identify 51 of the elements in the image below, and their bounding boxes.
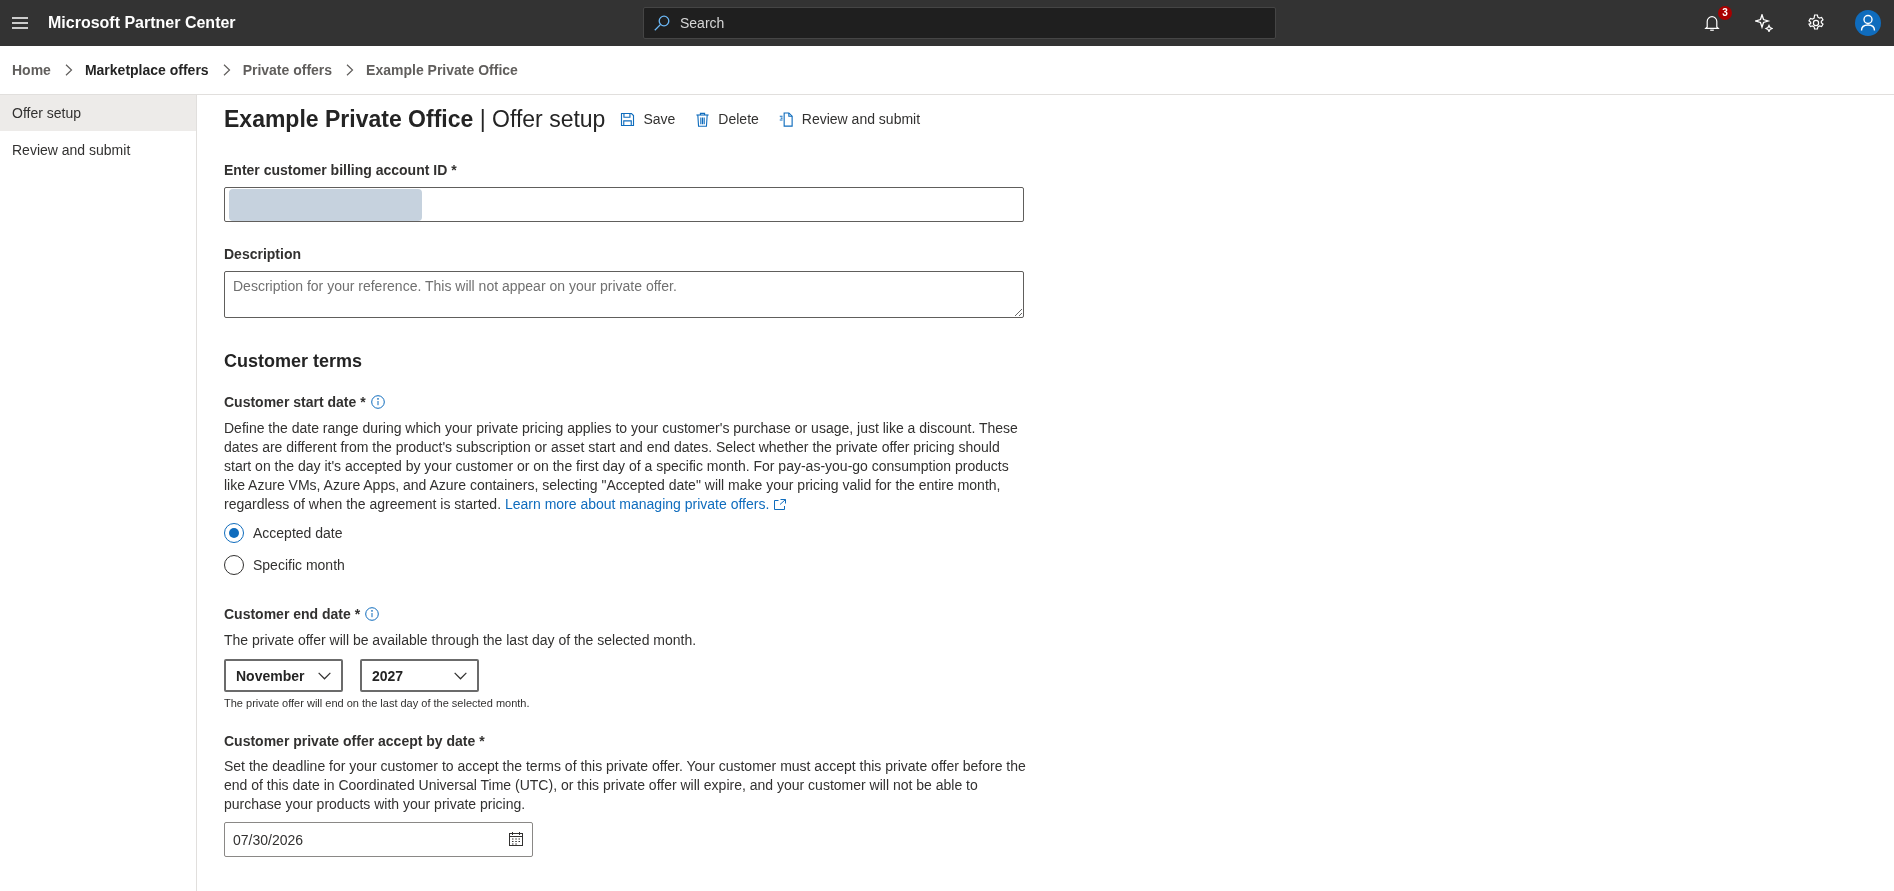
breadcrumb-link[interactable]: Marketplace offers (84, 62, 209, 78)
chevron-down-icon (454, 671, 467, 680)
field-description: Define the date range during which your private pricing applies to your customer's purchase or usage, just like a discount. These dates are different from the product's subscription or asset start and end dates. Select whether the private offer pricing should start on the day it's accepted by your customer or on the first day of a specific month. For pay-as-you-go consumption products like Azure VMs, Azure Apps, and Azure containers, selecting "Accepted date" will make your pricing valid for the entire month, regardless of when the agreement is started. Learn more about managing private offers. (224, 419, 1019, 514)
date-field[interactable]: 07/30/2026 (224, 822, 533, 857)
chevron-right-icon (222, 64, 231, 76)
page-title: Example Private Office | Offer setup (224, 105, 606, 133)
save-icon (620, 111, 636, 127)
breadcrumb-link[interactable]: Example Private Office (366, 62, 518, 78)
field-label: Customer private offer accept by date * (224, 732, 485, 751)
trash-icon (695, 111, 711, 127)
section-heading: Customer terms (224, 350, 364, 373)
sparkle-icon (1755, 14, 1773, 32)
field-label: Description (224, 245, 301, 264)
save-button[interactable]: Save (617, 109, 679, 129)
app-title[interactable]: Microsoft Partner Center (48, 14, 236, 32)
sidebar-item[interactable]: Offer setup (0, 95, 196, 131)
breadcrumb-link[interactable]: Home (12, 62, 51, 78)
delete-button[interactable]: Delete (692, 109, 762, 129)
helper-text: The private offer will end on the last day of the selected month. (224, 696, 531, 710)
review-button[interactable]: Review and submit (775, 109, 924, 129)
calendar-icon[interactable] (509, 832, 523, 846)
radio-label[interactable]: Accepted date (253, 525, 343, 541)
radio-button[interactable] (224, 523, 244, 543)
chevron-down-icon (318, 671, 331, 680)
bell-icon (1703, 14, 1721, 32)
info-icon[interactable] (370, 395, 385, 409)
radio-button[interactable] (224, 555, 244, 575)
sidebar-item[interactable]: Review and submit (0, 132, 196, 168)
input-field[interactable] (224, 187, 1024, 222)
month-dropdown[interactable]: November (224, 659, 343, 692)
document-icon (778, 111, 794, 127)
chevron-right-icon (64, 64, 73, 76)
year-dropdown[interactable]: 2027 (360, 659, 479, 692)
field-description: Set the deadline for your customer to accept the terms of this private offer. Your customer must accept this private offer before the end of this date in Coordinated Universal Time (UTC), or this private offer will expire, and your customer will not be able to purchase your products with your private pricing. (224, 757, 1027, 814)
search-field[interactable]: Search (643, 7, 1276, 39)
breadcrumb-link[interactable]: Private offers (242, 62, 333, 78)
search-icon (654, 15, 670, 31)
help-link[interactable]: Learn more about managing private offers. (504, 496, 787, 512)
menu-icon (12, 17, 28, 29)
radio-label[interactable]: Specific month (253, 557, 345, 573)
info-icon[interactable] (365, 607, 380, 621)
field-description: The private offer will be available through the last day of the selected month. (224, 631, 698, 650)
chevron-right-icon (346, 64, 355, 76)
field-label: Customer start date * (224, 393, 366, 412)
notification-badge: 3 (1718, 6, 1732, 20)
avatar-icon (1855, 10, 1881, 36)
settings-icon (1807, 14, 1825, 32)
external-link-icon (774, 499, 787, 510)
field-label: Customer end date * (224, 605, 361, 624)
field-label: Enter customer billing account ID * (224, 161, 457, 180)
description-field[interactable]: Description for your reference. This will not appear on your private offer. (224, 271, 1024, 318)
